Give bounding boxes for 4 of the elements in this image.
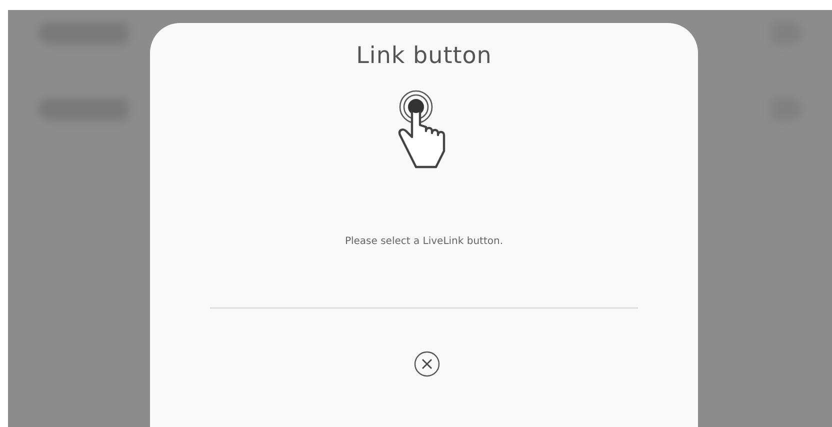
dialog-message: Please select a LiveLink button.	[344, 236, 504, 247]
close-icon	[414, 351, 440, 377]
dialog-title: Link button	[356, 43, 492, 69]
close-button[interactable]	[414, 351, 440, 377]
